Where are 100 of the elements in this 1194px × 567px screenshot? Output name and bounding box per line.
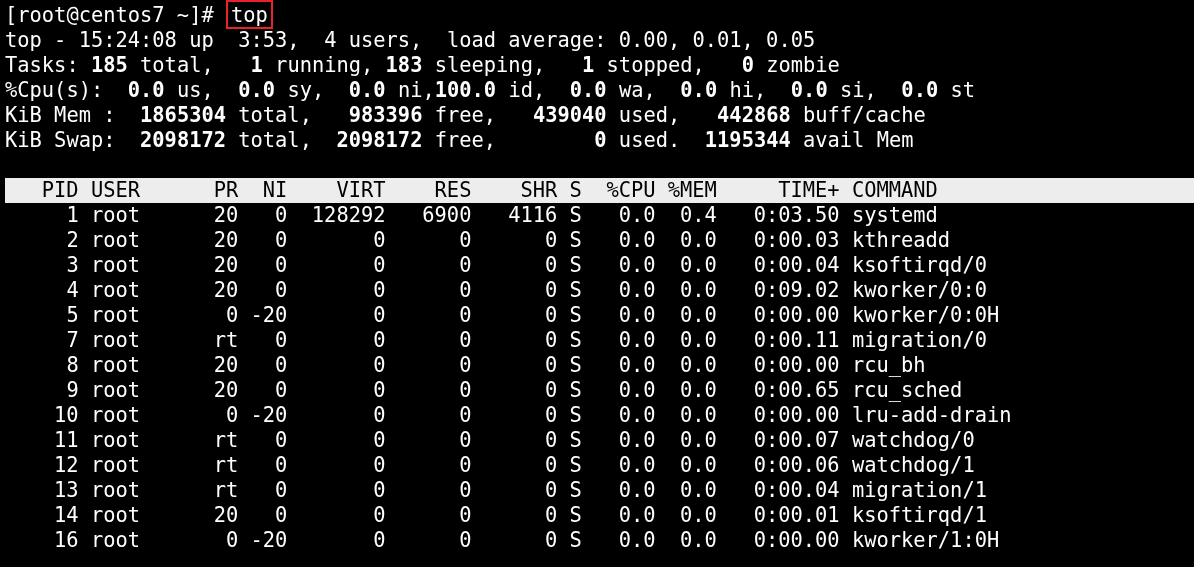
table-cell-text: 0.4 bbox=[679, 203, 717, 228]
table-cell-text: 0:00.04 bbox=[752, 478, 840, 503]
table-cell: -20 bbox=[250, 303, 288, 328]
table-cell-text: 0 bbox=[274, 328, 288, 353]
table-cell-text: kworker/1:0H bbox=[851, 528, 1001, 553]
table-cell-text: root bbox=[90, 503, 142, 528]
table-cell-text: 5 bbox=[65, 303, 79, 328]
table-cell-text: kworker/0:0H bbox=[851, 303, 1001, 328]
table-cell-text: 0 bbox=[274, 378, 288, 403]
table-cell-text: 20 bbox=[212, 228, 239, 253]
table-cell-text: 0:00.07 bbox=[752, 428, 840, 453]
table-cell-text: 0.0 bbox=[679, 453, 717, 478]
table-cell-text: root bbox=[90, 428, 142, 453]
table-cell-text: 0 bbox=[372, 378, 386, 403]
table-cell-text: root bbox=[90, 353, 142, 378]
summary-line: top - 15:24:08 up 3:53, 4 users, load average: 0.00, 0.01, 0.05 bbox=[5, 28, 816, 53]
table-cell-text: 0:00.65 bbox=[752, 378, 840, 403]
table-cell-text: 0:00.00 bbox=[752, 303, 840, 328]
table-cell-text: 0.0 bbox=[679, 403, 717, 428]
table-cell-text: 0 bbox=[224, 303, 239, 328]
table-cell-text: 0 bbox=[544, 453, 558, 478]
table-cell-text: 0:00.00 bbox=[752, 403, 840, 428]
table-cell-text: 6900 bbox=[421, 203, 472, 228]
table-cell-text: 0:00.00 bbox=[752, 353, 840, 378]
table-cell-text: 0:00.11 bbox=[752, 328, 840, 353]
table-cell-text: 12 bbox=[53, 453, 79, 478]
table-cell-text: 0 bbox=[544, 353, 558, 378]
table-cell-text: 0.0 bbox=[617, 403, 656, 428]
table-cell-text: 20 bbox=[212, 253, 239, 278]
table-cell-text: 0 bbox=[372, 428, 386, 453]
table-cell-text: root bbox=[90, 478, 142, 503]
table-cell-text: 9 bbox=[65, 378, 79, 403]
table-cell-text: 0.0 bbox=[617, 203, 656, 228]
table-cell-text: 10 bbox=[53, 403, 79, 428]
table-cell-text: 0 bbox=[544, 278, 558, 303]
table-cell-text: root bbox=[90, 303, 142, 328]
table-cell-text: 0 bbox=[544, 428, 558, 453]
table-cell-text: 0 bbox=[544, 503, 558, 528]
table-cell-text: 0 bbox=[544, 228, 558, 253]
table-cell: S bbox=[569, 303, 582, 328]
table-cell-text: 8 bbox=[65, 353, 79, 378]
column-header: USER bbox=[90, 178, 142, 203]
table-cell-text: 0:00.00 bbox=[752, 528, 840, 553]
table-cell: S bbox=[569, 428, 582, 453]
table-cell-text: 0.0 bbox=[617, 503, 656, 528]
table-cell-text: 0 bbox=[372, 453, 386, 478]
table-cell-text: 0 bbox=[544, 528, 558, 553]
table-cell: S bbox=[569, 328, 582, 353]
table-cell-text: 0.0 bbox=[679, 503, 717, 528]
table-cell-text: 0 bbox=[458, 378, 472, 403]
table-cell-text: 0 bbox=[224, 528, 239, 553]
table-cell-text: 0 bbox=[458, 353, 472, 378]
table-cell-text: root bbox=[90, 453, 142, 478]
table-cell: S bbox=[569, 278, 582, 303]
summary-line: Tasks: 185 total, 1 running, 183 sleeping, 1 stopped, 0 zombie bbox=[5, 53, 840, 78]
table-cell-text: 0:00.03 bbox=[752, 228, 840, 253]
table-cell-text: 0.0 bbox=[617, 228, 656, 253]
summary-line: %Cpu(s): 0.0 us, 0.0 sy, 0.0 ni,100.0 id, 0.0 wa, 0.0 hi, 0.0 si, 0.0 st bbox=[5, 78, 976, 103]
table-cell: -20 bbox=[250, 528, 288, 553]
column-header: PID bbox=[40, 178, 79, 203]
table-cell-text: 20 bbox=[212, 278, 239, 303]
table-cell-text: 14 bbox=[53, 503, 79, 528]
table-cell-text: root bbox=[90, 378, 142, 403]
table-cell-text: 0 bbox=[458, 253, 472, 278]
table-cell-text: 0.0 bbox=[617, 353, 656, 378]
table-cell-text: 0 bbox=[458, 303, 472, 328]
column-header: COMMAND bbox=[851, 178, 939, 203]
table-cell: S bbox=[569, 353, 582, 378]
table-cell-text: 20 bbox=[212, 203, 239, 228]
table-cell: S bbox=[569, 228, 582, 253]
table-cell-text: 0 bbox=[458, 328, 472, 353]
table-cell-text: root bbox=[90, 403, 142, 428]
table-cell-text: 0 bbox=[274, 453, 288, 478]
column-header: S bbox=[569, 178, 582, 203]
table-cell-text: 0 bbox=[372, 528, 386, 553]
table-cell-text: root bbox=[90, 253, 142, 278]
table-cell-text: 3 bbox=[65, 253, 79, 278]
column-header: PR bbox=[212, 178, 239, 203]
table-cell-text: 0 bbox=[274, 203, 288, 228]
column-header: TIME+ bbox=[777, 178, 840, 203]
table-cell: -20 bbox=[250, 403, 288, 428]
table-cell-text: 0:00.04 bbox=[752, 253, 840, 278]
table-cell-text: rt bbox=[212, 478, 239, 503]
table-cell-text: 0 bbox=[544, 378, 558, 403]
table-cell-text: 7 bbox=[65, 328, 79, 353]
table-cell-text: 0 bbox=[274, 228, 288, 253]
table-cell-text: 0.0 bbox=[679, 328, 717, 353]
table-cell-text: 0.0 bbox=[617, 303, 656, 328]
table-cell-text: 0 bbox=[372, 278, 386, 303]
table-cell-text: rt bbox=[212, 428, 239, 453]
table-cell-text: 20 bbox=[212, 503, 239, 528]
summary-line: KiB Mem : 1865304 total, 983396 free, 439040 used, 442868 buff/cache bbox=[5, 103, 926, 128]
table-cell-text: 0 bbox=[458, 428, 472, 453]
table-cell-text: 0 bbox=[372, 253, 386, 278]
table-cell-text: 0 bbox=[544, 303, 558, 328]
table-cell-text: 0.0 bbox=[617, 453, 656, 478]
table-cell-text: 0:00.06 bbox=[752, 453, 840, 478]
column-header: %CPU bbox=[605, 178, 656, 203]
table-cell-text: 16 bbox=[53, 528, 79, 553]
table-cell-text: 128292 bbox=[310, 203, 386, 228]
